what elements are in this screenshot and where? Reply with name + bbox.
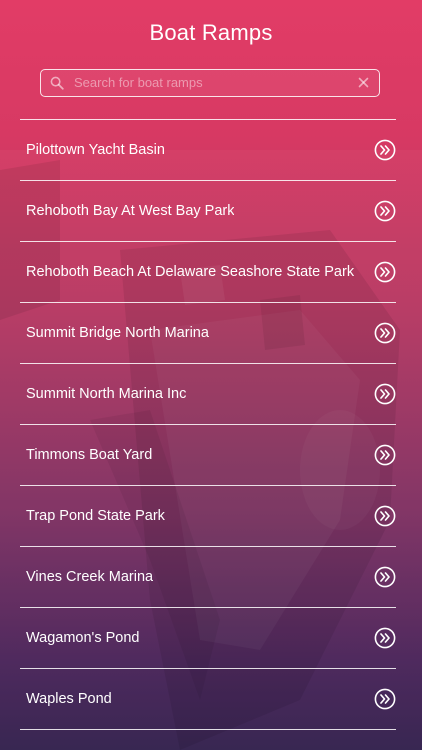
- list-item[interactable]: Vines Creek Marina: [20, 546, 396, 607]
- list-item[interactable]: Rehoboth Beach At Delaware Seashore Stat…: [20, 241, 396, 302]
- header: Boat Ramps: [0, 0, 422, 64]
- double-chevron-right-icon[interactable]: [374, 322, 396, 344]
- list-item-label: Rehoboth Beach At Delaware Seashore Stat…: [26, 264, 355, 280]
- double-chevron-right-icon[interactable]: [374, 200, 396, 222]
- list-item-label: Summit North Marina Inc: [26, 386, 187, 402]
- boat-ramps-screen: Boat Ramps Pilottown Yacht Basin Rehobot…: [0, 0, 422, 750]
- double-chevron-right-icon[interactable]: [374, 627, 396, 649]
- double-chevron-right-icon[interactable]: [374, 383, 396, 405]
- double-chevron-right-icon[interactable]: [374, 566, 396, 588]
- close-icon[interactable]: [358, 77, 369, 88]
- double-chevron-right-icon[interactable]: [374, 139, 396, 161]
- list-item-label: Trap Pond State Park: [26, 508, 165, 524]
- list-item[interactable]: Summit North Marina Inc: [20, 363, 396, 424]
- list-item[interactable]: Pilottown Yacht Basin: [20, 119, 396, 180]
- double-chevron-right-icon[interactable]: [374, 444, 396, 466]
- list-item-label: Rehoboth Bay At West Bay Park: [26, 203, 235, 219]
- list-item-label: Vines Creek Marina: [26, 569, 154, 585]
- boat-ramp-list: Pilottown Yacht Basin Rehoboth Bay At We…: [20, 119, 396, 730]
- double-chevron-right-icon[interactable]: [374, 688, 396, 710]
- search-icon: [50, 76, 64, 90]
- page-title: Boat Ramps: [149, 20, 273, 45]
- search-bar[interactable]: [40, 69, 380, 97]
- list-item[interactable]: Waples Pond: [20, 668, 396, 730]
- list-item[interactable]: Wagamon's Pond: [20, 607, 396, 668]
- list-item-label: Timmons Boat Yard: [26, 447, 153, 463]
- search-input[interactable]: [74, 70, 354, 95]
- list-item-label: Waples Pond: [26, 691, 112, 707]
- list-item[interactable]: Timmons Boat Yard: [20, 424, 396, 485]
- list-item-label: Pilottown Yacht Basin: [26, 142, 165, 158]
- list-item[interactable]: Rehoboth Bay At West Bay Park: [20, 180, 396, 241]
- list-item-label: Wagamon's Pond: [26, 630, 140, 646]
- double-chevron-right-icon[interactable]: [374, 261, 396, 283]
- list-item-label: Summit Bridge North Marina: [26, 325, 209, 341]
- list-item[interactable]: Trap Pond State Park: [20, 485, 396, 546]
- double-chevron-right-icon[interactable]: [374, 505, 396, 527]
- list-item[interactable]: Summit Bridge North Marina: [20, 302, 396, 363]
